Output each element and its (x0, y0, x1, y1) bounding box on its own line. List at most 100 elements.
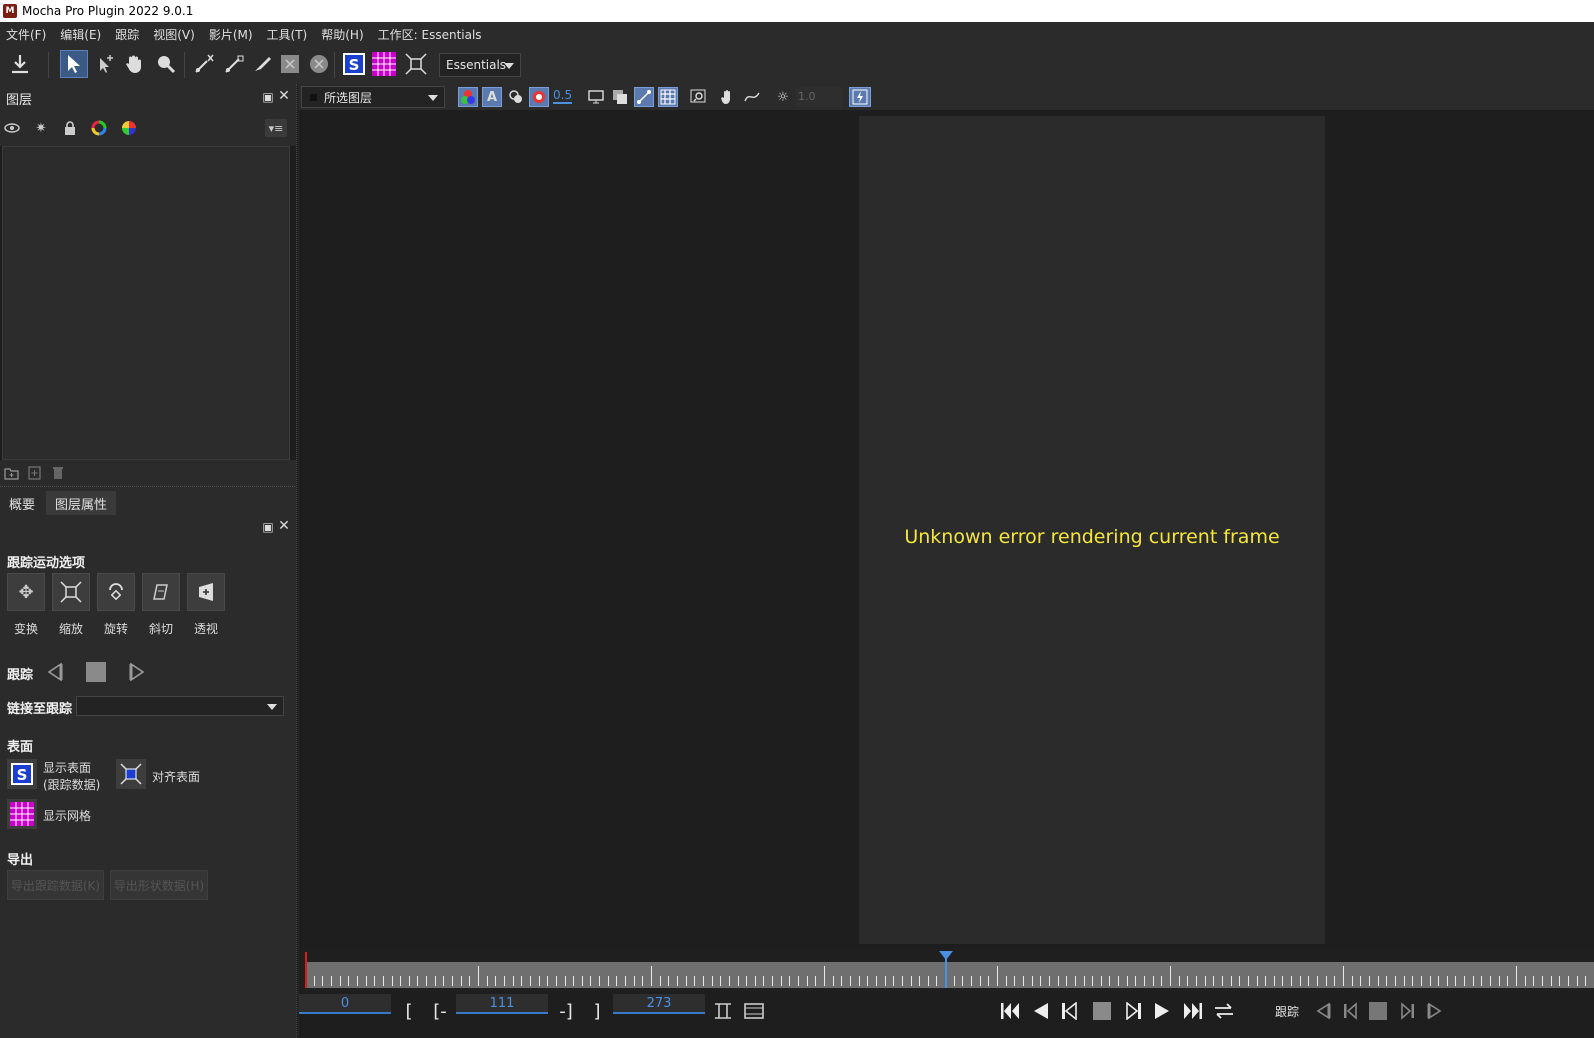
reset-range-icon[interactable] (712, 1000, 734, 1022)
menu-track[interactable]: 跟踪 (115, 26, 146, 43)
select-tool-icon[interactable] (60, 50, 88, 78)
monitor-icon[interactable] (586, 87, 606, 107)
menu-file[interactable]: 文件(F) (6, 26, 53, 43)
layer-view-select[interactable]: 所选图层 (301, 86, 445, 108)
lock-icon[interactable] (62, 120, 78, 136)
hand-tool-icon[interactable] (120, 50, 148, 78)
menu-edit[interactable]: 编辑(E) (60, 26, 108, 43)
rgb-channels-icon[interactable] (458, 87, 478, 107)
loop-toggle-icon[interactable] (1213, 1000, 1235, 1022)
menu-view[interactable]: 视图(V) (153, 26, 202, 43)
rotate-icon (109, 583, 123, 601)
spline-view-icon[interactable] (634, 87, 654, 107)
new-folder-icon[interactable] (3, 465, 19, 481)
rect-tool-icon[interactable] (276, 50, 304, 78)
motion-scale-button[interactable] (52, 573, 90, 611)
go-to-start-icon[interactable] (999, 1000, 1021, 1022)
trash-icon[interactable] (50, 465, 66, 481)
set-end-bracket[interactable]: ] (591, 1000, 603, 1022)
menu-tools[interactable]: 工具(T) (267, 26, 315, 43)
surface-s-icon: S (11, 763, 33, 785)
float-panel-icon[interactable]: ▣ (262, 91, 274, 103)
brightness-icon[interactable]: ☼ (773, 87, 793, 107)
float-panel-icon[interactable]: ▣ (262, 521, 274, 533)
track-stop-icon[interactable] (86, 662, 106, 682)
duplicate-layer-icon[interactable] (26, 465, 42, 481)
play-forward-icon[interactable] (1151, 1000, 1173, 1022)
timeline-ruler[interactable] (305, 962, 1594, 988)
layers-list[interactable] (2, 146, 290, 460)
motion-rotate-button[interactable] (97, 573, 135, 611)
tab-overview[interactable]: 概要 (0, 491, 44, 515)
in-point-marker[interactable] (305, 952, 307, 988)
move-arrows-icon: ✥ (18, 581, 34, 603)
opacity-value[interactable]: 0.5 (553, 88, 573, 104)
ellipse-tool-icon[interactable] (305, 50, 333, 78)
track-stop-icon[interactable] (1368, 1000, 1388, 1022)
download-icon[interactable] (6, 50, 34, 78)
align-surface-icon[interactable] (402, 50, 430, 78)
xspline-tool-icon[interactable] (190, 50, 218, 78)
visibility-eye-icon[interactable] (4, 120, 20, 136)
align-surface-button[interactable] (116, 759, 146, 789)
menu-workspace[interactable]: 工作区: Essentials (378, 26, 489, 43)
magnifier-view-icon[interactable] (688, 87, 708, 107)
render-lightning-icon[interactable] (849, 87, 871, 107)
track-forward-icon[interactable] (126, 662, 146, 685)
close-icon[interactable]: ✕ (278, 519, 290, 533)
set-out-point-button[interactable]: -] (556, 1000, 576, 1022)
menu-movie[interactable]: 影片(M) (209, 26, 260, 43)
close-icon[interactable]: ✕ (278, 89, 290, 103)
track-step-forward-icon[interactable] (1396, 1000, 1418, 1022)
export-shape-data-button[interactable]: 导出形状数据(H) (110, 870, 208, 900)
overlay-mode-icon[interactable] (506, 87, 526, 107)
link-to-track-label: 链接至跟踪 (7, 702, 73, 717)
track-step-backward-icon[interactable] (1340, 1000, 1362, 1022)
in-point-field[interactable]: 111 (456, 994, 548, 1014)
step-backward-icon[interactable] (1059, 1000, 1081, 1022)
color-wheel-icon[interactable] (121, 120, 137, 136)
stabilize-hand-icon[interactable] (718, 87, 738, 107)
zoom-tool-icon[interactable] (152, 50, 180, 78)
menu-help[interactable]: 帮助(H) (321, 26, 370, 43)
show-grid-button[interactable] (7, 799, 37, 829)
motion-curve-icon[interactable] (742, 87, 762, 107)
stop-icon[interactable] (1091, 1000, 1113, 1022)
color-ring-icon[interactable] (91, 120, 107, 136)
play-backward-icon[interactable] (1030, 1000, 1052, 1022)
brightness-value[interactable]: 1.0 (796, 87, 842, 107)
show-surface-button[interactable]: S (7, 759, 37, 789)
motion-perspective-button[interactable] (187, 573, 225, 611)
show-grid-icon[interactable] (370, 50, 398, 78)
track-forward-icon[interactable] (1423, 1000, 1445, 1022)
brush-tool-icon[interactable] (248, 50, 276, 78)
playhead-handle[interactable] (939, 951, 953, 960)
set-start-bracket[interactable]: [ (403, 1000, 415, 1022)
track-backward-icon[interactable] (1313, 1000, 1335, 1022)
svg-text:S: S (349, 56, 360, 74)
workspace-select[interactable]: Essentials (439, 53, 521, 77)
link-to-track-select[interactable] (76, 696, 284, 716)
set-in-point-button[interactable]: [- (430, 1000, 450, 1022)
add-point-tool-icon[interactable] (92, 50, 120, 78)
tab-layer-properties[interactable]: 图层属性 (46, 491, 117, 515)
export-tracking-data-button[interactable]: 导出跟踪数据(K) (7, 870, 104, 900)
current-frame-field[interactable]: 0 (299, 994, 391, 1014)
alpha-channel-icon[interactable]: A (482, 87, 502, 107)
motion-shear-button[interactable] (142, 573, 180, 611)
motion-translate-button[interactable]: ✥ (7, 573, 45, 611)
track-backward-icon[interactable] (46, 662, 66, 685)
step-forward-icon[interactable] (1122, 1000, 1144, 1022)
show-surface-icon[interactable]: S (340, 50, 368, 78)
gear-icon[interactable]: ✷ (33, 120, 49, 136)
layer-order-icon[interactable] (610, 87, 630, 107)
layer-menu-icon[interactable]: ▾≡ (265, 119, 287, 137)
grid-view-icon[interactable] (658, 87, 678, 107)
zoom-range-icon[interactable] (743, 1000, 765, 1022)
matte-overlay-icon[interactable] (529, 87, 549, 107)
bezier-tool-icon[interactable] (220, 50, 248, 78)
scale-icon (60, 581, 82, 603)
go-to-end-icon[interactable] (1182, 1000, 1204, 1022)
out-point-field[interactable]: 273 (613, 994, 705, 1014)
show-grid-label: 显示网格 (43, 809, 92, 823)
